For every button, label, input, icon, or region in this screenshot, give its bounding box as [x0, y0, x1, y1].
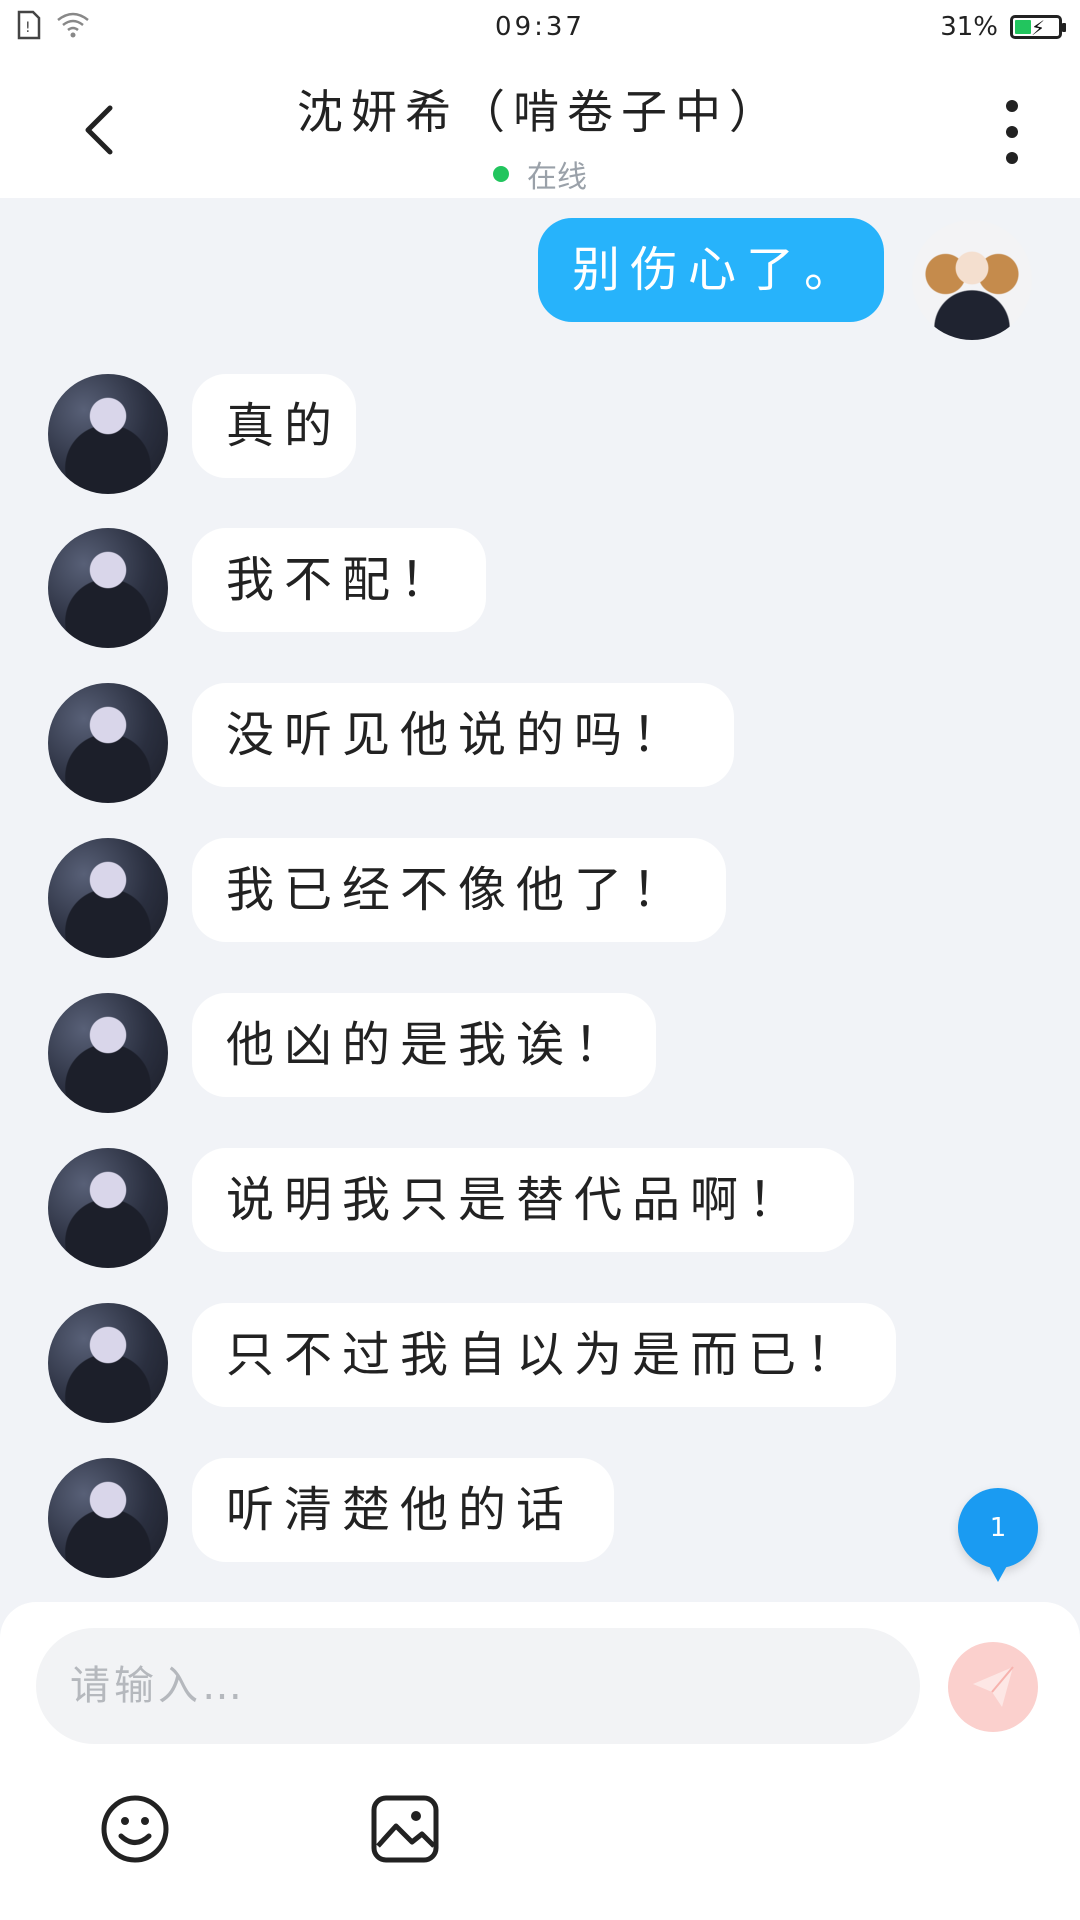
- contact-avatar[interactable]: [48, 1148, 168, 1268]
- more-options-button[interactable]: [992, 100, 1032, 164]
- message-bubble-received[interactable]: 我不配！: [192, 528, 486, 632]
- message-bubble-received[interactable]: 只不过我自以为是而已！: [192, 1303, 896, 1407]
- message-input[interactable]: [36, 1628, 920, 1744]
- emoji-button[interactable]: [98, 1792, 172, 1866]
- image-icon: [371, 1795, 439, 1863]
- contact-avatar[interactable]: [48, 993, 168, 1113]
- online-status: 在线: [200, 152, 880, 196]
- battery-icon: ⚡: [1010, 15, 1066, 40]
- chat-header: 沈妍希（啃卷子中） 在线: [0, 56, 1080, 198]
- contact-avatar[interactable]: [48, 528, 168, 648]
- contact-avatar[interactable]: [48, 1303, 168, 1423]
- more-vertical-icon: [1006, 100, 1018, 112]
- my-avatar[interactable]: [912, 220, 1032, 340]
- message-bubble-received[interactable]: 听清楚他的话: [192, 1458, 614, 1562]
- chevron-left-icon: [85, 105, 113, 155]
- smiley-icon: [101, 1795, 169, 1863]
- contact-avatar[interactable]: [48, 1458, 168, 1578]
- message-bubble-received[interactable]: 真的: [192, 374, 356, 478]
- back-button[interactable]: [72, 100, 132, 160]
- message-bubble-received[interactable]: 没听见他说的吗！: [192, 683, 734, 787]
- contact-avatar[interactable]: [48, 683, 168, 803]
- message-bubble-received[interactable]: 他凶的是我诶！: [192, 993, 656, 1097]
- battery-percent: 31%: [940, 12, 998, 42]
- composer-panel: [0, 1602, 1080, 1920]
- image-button[interactable]: [368, 1792, 442, 1866]
- contact-avatar[interactable]: [48, 374, 168, 494]
- status-time: 09:37: [495, 12, 585, 42]
- status-bar: ! 09:37 31% ⚡: [0, 0, 1080, 56]
- message-list[interactable]: 别伤心了。 真的 我不配！ 没听见他说的吗！ 我已经不像他了！ 他凶的是我诶！ …: [0, 198, 1080, 1598]
- send-button[interactable]: [948, 1642, 1038, 1732]
- message-bubble-received[interactable]: 说明我只是替代品啊！: [192, 1148, 854, 1252]
- message-bubble-sent[interactable]: 别伤心了。: [538, 218, 884, 322]
- chat-title: 沈妍希（啃卷子中）: [297, 85, 783, 139]
- unread-count-badge[interactable]: 1: [958, 1488, 1038, 1582]
- message-bubble-received[interactable]: 我已经不像他了！: [192, 838, 726, 942]
- status-icons-right: 31% ⚡: [940, 12, 1066, 42]
- online-status-label: 在线: [527, 160, 587, 195]
- chat-title-block: 沈妍希（啃卷子中） 在线: [200, 76, 880, 196]
- online-dot-icon: [493, 166, 509, 182]
- send-icon: [973, 1666, 1014, 1707]
- contact-avatar[interactable]: [48, 838, 168, 958]
